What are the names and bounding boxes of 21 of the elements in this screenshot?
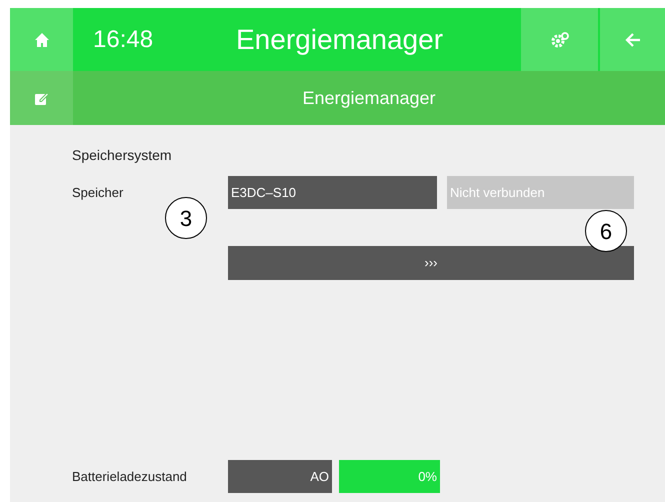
back-button[interactable]: [600, 8, 665, 71]
field-label: Speicher: [72, 184, 124, 200]
callout-marker: 3: [165, 197, 207, 239]
group-title: Speichersystem: [72, 146, 173, 165]
more-button[interactable]: ›››: [228, 246, 634, 280]
settings-button[interactable]: [521, 8, 598, 71]
device-field: E3DC–S10: [228, 176, 437, 209]
settings-icon: [550, 32, 568, 48]
field-label: Batterieladezustand: [72, 468, 187, 484]
home-icon: [34, 32, 50, 48]
status-field: Nicht verbunden: [447, 176, 634, 209]
back-arrow-icon: [624, 32, 640, 48]
address-field: AO: [228, 460, 332, 493]
home-button[interactable]: [10, 8, 73, 71]
callout-marker: 6: [585, 210, 627, 252]
battery-value-field: 0%: [339, 460, 440, 493]
section-header-title: Energiemanager: [301, 86, 437, 110]
edit-icon: [34, 90, 49, 106]
clock-time: 16:48: [93, 24, 154, 54]
edit-button[interactable]: [10, 71, 73, 125]
page-title: Energiemanager: [236, 22, 444, 57]
